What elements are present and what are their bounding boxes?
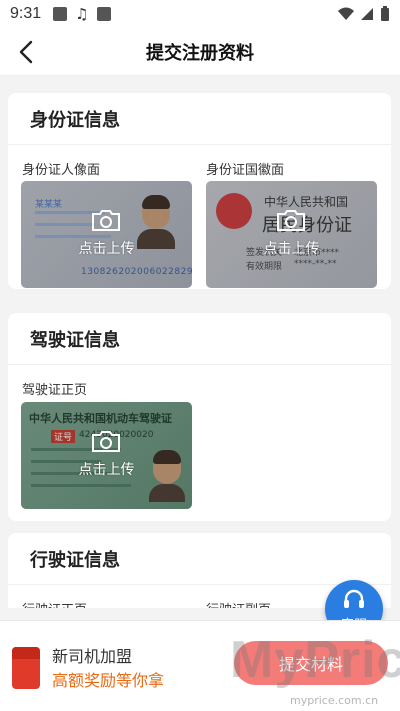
promo-subtitle: 高额奖励等你拿 [52, 671, 165, 690]
promo-title: 新司机加盟 [52, 647, 133, 666]
gallery-icon [53, 7, 68, 21]
page-title: 提交注册资料 [146, 42, 254, 64]
signal-icon [361, 8, 373, 20]
camera-icon [92, 431, 120, 452]
headset-icon [344, 589, 364, 608]
id-back-label: 身份证国徽面 [206, 163, 285, 178]
upload-overlay [206, 181, 377, 288]
battery-icon [381, 6, 389, 21]
back-button[interactable] [10, 36, 42, 68]
id-front-upload[interactable]: 某某某 130826202006022829 点击上传 [21, 181, 192, 288]
id-back-upload[interactable]: 中华人民共和国 居民身份证 签发机关 北京市**** 有效期限 ****-**-… [206, 181, 377, 288]
content-scroll[interactable]: 身份证信息 身份证人像面 身份证国徽面 某某某 1308262020060228… [0, 76, 400, 608]
status-bar: 9:31 ♫ [0, 0, 400, 28]
vehicle-front-label: 行驶证正页 [22, 599, 87, 608]
upload-text: 点击上传 [78, 241, 135, 257]
status-time: 9:31 [10, 5, 42, 22]
section-title-vehicle: 行驶证信息 [8, 533, 391, 585]
watermark-url: myprice.com.cn [290, 694, 379, 707]
chevron-left-icon [19, 40, 33, 64]
id-card-section: 身份证信息 身份证人像面 身份证国徽面 某某某 1308262020060228… [8, 93, 391, 289]
upload-overlay [21, 402, 192, 509]
upload-text: 点击上传 [263, 241, 320, 257]
license-label: 驾驶证正页 [22, 383, 88, 398]
upload-text: 点击上传 [78, 462, 135, 478]
wifi-icon [338, 7, 354, 20]
watermark-logo: MyPrice [230, 631, 400, 689]
camera-icon [92, 210, 120, 231]
section-title-license: 驾驶证信息 [8, 313, 391, 365]
id-front-label: 身份证人像面 [22, 163, 101, 178]
section-title-id: 身份证信息 [8, 93, 391, 145]
license-upload[interactable]: 中华人民共和国机动车驾驶证 证号 4243020020020 点击上传 [21, 402, 192, 509]
red-envelope-icon [12, 647, 40, 689]
license-section: 驾驶证信息 驾驶证正页 中华人民共和国机动车驾驶证 证号 42430200200… [8, 313, 391, 521]
camera-icon [277, 210, 305, 231]
square-icon [96, 7, 111, 21]
vehicle-back-label: 行驶证副页 [206, 599, 271, 608]
music-icon: ♫ [75, 5, 89, 23]
app-header: 提交注册资料 [0, 28, 400, 76]
upload-overlay [21, 181, 192, 288]
